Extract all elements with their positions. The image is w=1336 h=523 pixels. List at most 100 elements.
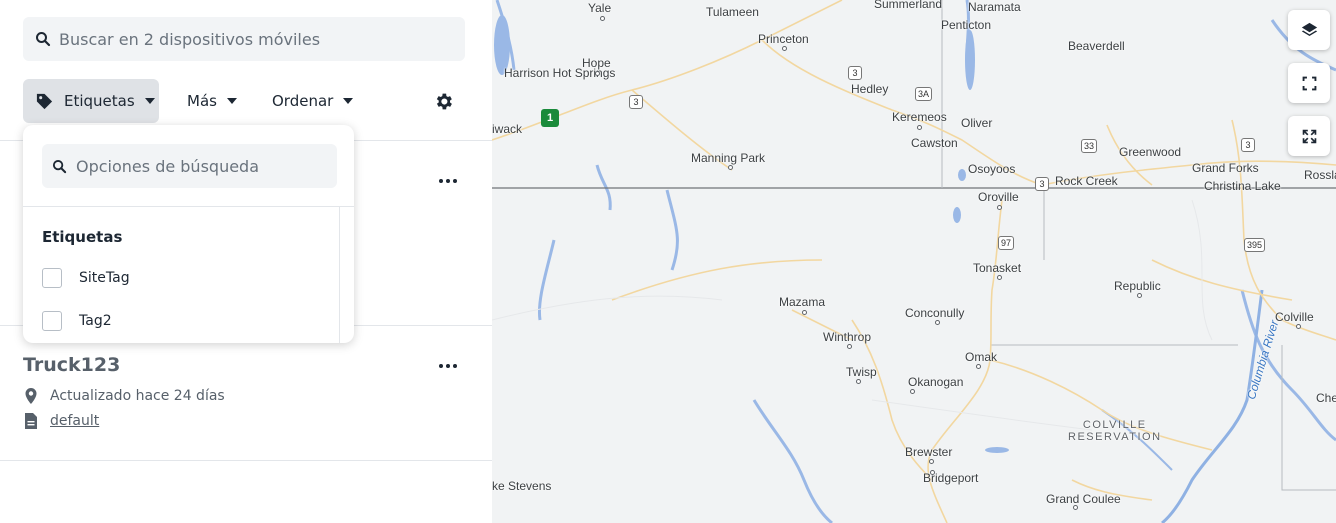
gear-icon[interactable] [433,91,454,112]
device-list-panel: Etiquetas Más Ordenar Truck123 Actualiza… [0,0,492,523]
map-layers-button[interactable] [1288,10,1330,50]
map-place-dot [1073,505,1078,510]
highway-shield: 1 [541,109,559,127]
map-label: Republic [1114,279,1161,293]
map-place-dot [782,46,787,51]
chevron-down-icon [343,98,354,104]
map-label: Tonasket [973,261,1022,275]
device-updated-text: Actualizado hace 24 días [50,388,225,404]
map-label: ke Stevens [492,479,552,493]
map-label: Che [1316,391,1336,405]
device-name[interactable]: Truck123 [23,354,120,376]
document-icon [25,413,37,429]
highway-shield: 395 [1244,238,1266,252]
tag-options-heading: Etiquetas [42,228,123,246]
device-search-bar[interactable] [23,17,465,61]
map-place-dot [929,459,934,464]
map-label: Conconully [905,306,965,320]
map-label: Mazama [779,295,826,309]
map-label: Rock Creek [1055,174,1118,188]
device-search-input[interactable] [59,29,459,49]
fit-bounds-icon [1302,76,1316,90]
sort-button[interactable]: Ordenar [272,79,354,123]
map-label: Winthrop [823,330,872,344]
map-place-dot [935,320,940,325]
tags-filter-label: Etiquetas [64,92,135,110]
map-place-dot [976,364,981,369]
tag-option-sitetag[interactable]: SiteTag [42,268,130,288]
map-label: Beaverdell [1068,39,1125,53]
map-label: Brewster [905,445,953,459]
highway-shield: 3 [629,95,643,109]
map-label: Greenwood [1119,145,1182,159]
highway-shield: 3 [1241,138,1255,152]
device-group-link[interactable]: default [50,413,99,429]
map-label: Yale [588,1,612,15]
search-icon [52,159,67,173]
tags-filter-button[interactable]: Etiquetas [23,79,159,123]
chevron-down-icon [144,98,155,104]
map-label: Grand Coulee [1046,492,1121,506]
layers-icon [1301,22,1317,36]
map-place-dot [595,71,600,76]
map-place-dot [728,165,733,170]
highway-shield: 33 [1081,139,1098,153]
map-place-dot [930,470,935,475]
search-icon [36,32,51,47]
tag-option-label: SiteTag [79,270,130,286]
map-place-dot [1137,293,1142,298]
list-divider [0,460,492,461]
map-place-dot [802,310,807,315]
map-fit-bounds-button[interactable] [1288,63,1330,103]
tag-options-search-bar[interactable] [42,144,337,188]
map-label: Keremeos [892,110,947,124]
map-place-dot [847,344,852,349]
device-options-button[interactable] [439,179,457,185]
map-label: Penticton [941,18,992,32]
map-label: Naramata [968,0,1021,14]
map-label: Oroville [978,190,1019,204]
dropdown-scrollbar-track[interactable] [339,207,340,343]
tags-filter-dropdown: Etiquetas SiteTag Tag2 [23,125,354,343]
map-fullscreen-button[interactable] [1288,116,1330,156]
filter-bar: Etiquetas Más Ordenar [23,79,465,123]
map-place-dot [997,205,1002,210]
map-reservation-label: COLVILLE RESERVATION [1068,419,1162,443]
dropdown-divider [23,206,354,207]
map-label: Osoyoos [968,162,1016,176]
checkbox[interactable] [42,311,62,331]
map-place-dot [856,379,861,384]
location-pin-icon [25,388,37,404]
highway-shield: 3 [848,66,862,80]
map-label: Hope [582,56,611,70]
map-label: Rossla [1304,168,1336,182]
map-label: Oliver [961,116,993,130]
map-label: Cawston [911,136,958,150]
map-place-dot [917,125,922,130]
device-last-update: Actualizado hace 24 días [24,388,225,404]
tag-option-tag2[interactable]: Tag2 [42,311,112,331]
fullscreen-icon [1302,129,1316,143]
highway-shield: 97 [998,236,1015,250]
map-view[interactable]: Yale Tulameen Summerland Naramata Pentic… [492,0,1336,523]
map-label: Manning Park [691,151,766,165]
more-filter-label: Más [187,92,217,110]
map-label: Harrison Hot Springs [504,66,616,80]
map-label: Twisp [846,365,877,379]
highway-shield: 3A [915,87,933,101]
map-place-dot [997,275,1002,280]
map-label: Tulameen [706,5,759,19]
map-label: Omak [965,350,998,364]
map-label: iwack [492,122,523,136]
map-label: Hedley [851,82,889,96]
device-options-button[interactable] [439,364,457,370]
chevron-down-icon [226,98,237,104]
map-label: Okanogan [908,375,964,389]
tag-options-search-input[interactable] [76,156,326,176]
map-place-dot [1296,324,1301,329]
map-label: Christina Lake [1204,179,1281,193]
map-label: Princeton [758,32,809,46]
more-filter-button[interactable]: Más [187,79,237,123]
map-label: Grand Forks [1192,161,1259,175]
checkbox[interactable] [42,268,62,288]
